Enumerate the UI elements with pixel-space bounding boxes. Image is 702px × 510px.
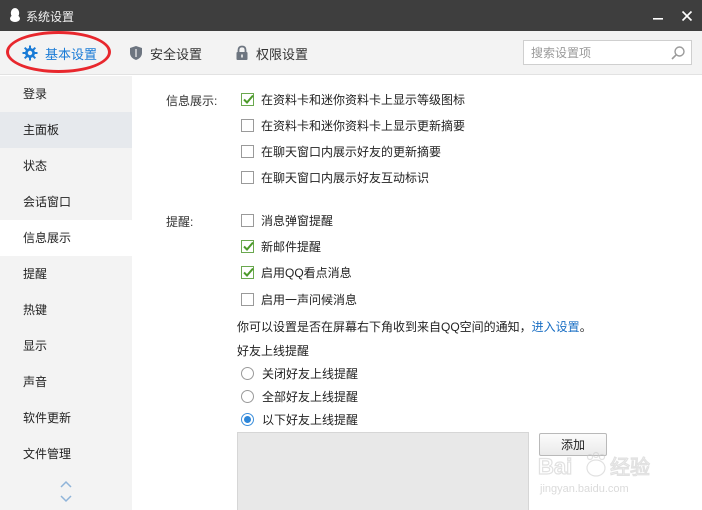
checkbox-show-level-icon[interactable]: 在资料卡和迷你资料卡上显示等级图标: [241, 90, 465, 108]
minimize-icon: [653, 18, 663, 20]
checkbox-label: 在聊天窗口内展示好友的更新摘要: [261, 144, 442, 159]
sidebar-item-label: 声音: [23, 375, 48, 389]
chevron-down-icon[interactable]: [58, 493, 74, 505]
sidebar-item-label: 软件更新: [23, 411, 72, 425]
sidebar-item-label: 登录: [23, 87, 48, 101]
check-icon: [243, 241, 254, 251]
qzone-notice-body: 你可以设置是否在屏幕右下角收到来自QQ空间的通知，: [237, 320, 532, 334]
sidebar-item-file-management[interactable]: 文件管理: [0, 436, 132, 472]
tab-security-settings[interactable]: 安全设置: [129, 31, 202, 75]
settings-tab-bar: 基本设置 安全设置 权限设置: [0, 31, 702, 75]
sidebar-item-label: 状态: [23, 159, 48, 173]
radio-unselected[interactable]: [241, 366, 254, 380]
checkbox-chat-interaction-mark[interactable]: 在聊天窗口内展示好友互动标识: [241, 168, 429, 186]
sidebar-item-login[interactable]: 登录: [0, 76, 132, 112]
minimize-button[interactable]: [648, 6, 668, 26]
sidebar-item-reminder[interactable]: 提醒: [0, 256, 132, 292]
checkbox-label: 消息弹窗提醒: [261, 213, 334, 228]
checkbox-unchecked[interactable]: [241, 213, 254, 227]
radio-selected[interactable]: [241, 412, 254, 426]
sidebar-item-main-panel[interactable]: 主面板: [0, 112, 132, 148]
tab-security-settings-label: 安全设置: [150, 46, 203, 62]
reminder-section-label: 提醒:: [166, 215, 194, 229]
checkbox-new-mail[interactable]: 新邮件提醒: [241, 237, 321, 255]
radio-all-friends-online[interactable]: 全部好友上线提醒: [241, 387, 358, 405]
friend-list-box[interactable]: [237, 432, 529, 510]
friend-online-title: 好友上线提醒: [237, 344, 310, 358]
sidebar-item-label: 文件管理: [23, 447, 72, 461]
close-icon: [681, 10, 693, 22]
sidebar-item-label: 信息展示: [23, 231, 72, 245]
check-icon: [243, 94, 254, 104]
checkbox-checked[interactable]: [241, 92, 254, 106]
penguin-icon: [10, 8, 20, 22]
check-icon: [243, 267, 254, 277]
checkbox-greeting-message[interactable]: 启用一声问候消息: [241, 290, 357, 308]
search-input[interactable]: [524, 41, 664, 64]
tab-basic-settings[interactable]: 基本设置: [22, 31, 97, 75]
checkbox-label: 新邮件提醒: [261, 239, 322, 254]
checkbox-unchecked[interactable]: [241, 118, 254, 132]
checkbox-chat-update-summary[interactable]: 在聊天窗口内展示好友的更新摘要: [241, 142, 441, 160]
checkbox-message-popup[interactable]: 消息弹窗提醒: [241, 211, 333, 229]
sidebar-item-status[interactable]: 状态: [0, 148, 132, 184]
checkbox-unchecked[interactable]: [241, 292, 254, 306]
close-button[interactable]: [677, 6, 697, 26]
checkbox-checked[interactable]: [241, 265, 254, 279]
radio-selected-friends-online[interactable]: 以下好友上线提醒: [241, 410, 358, 428]
sidebar-item-software-update[interactable]: 软件更新: [0, 400, 132, 436]
window-title: 系统设置: [26, 10, 75, 24]
radio-label: 全部好友上线提醒: [262, 389, 359, 404]
settings-sidebar: 登录 主面板 状态 会话窗口 信息展示 提醒 热键 显示 声音 软件更新 文件管…: [0, 76, 132, 510]
baidu-paw-logo: Bai 经验 jingyan.baidu.com: [537, 451, 651, 495]
lock-icon: [236, 45, 248, 60]
sidebar-item-label: 提醒: [23, 267, 48, 281]
checkbox-label: 启用一声问候消息: [261, 292, 358, 307]
sidebar-item-sound[interactable]: 声音: [0, 364, 132, 400]
sidebar-item-info-display[interactable]: 信息展示: [0, 220, 132, 256]
info-display-section-label: 信息展示:: [166, 94, 218, 108]
sidebar-item-label: 热键: [23, 303, 48, 317]
radio-disable-friend-online[interactable]: 关闭好友上线提醒: [241, 364, 358, 382]
chevron-up-icon[interactable]: [58, 478, 74, 490]
sidebar-item-label: 会话窗口: [23, 195, 72, 209]
tab-basic-settings-label: 基本设置: [45, 46, 98, 62]
checkbox-qq-kandian[interactable]: 启用QQ看点消息: [241, 263, 352, 281]
settings-search-box[interactable]: [523, 40, 692, 65]
watermark-brand: Bai: [538, 454, 572, 479]
settings-content-panel: 信息展示: 在资料卡和迷你资料卡上显示等级图标 在资料卡和迷你资料卡上显示更新摘…: [132, 76, 702, 510]
checkbox-checked[interactable]: [241, 239, 254, 253]
search-icon[interactable]: [670, 45, 686, 61]
enter-settings-link[interactable]: 进入设置: [532, 320, 580, 334]
sidebar-item-chat-window[interactable]: 会话窗口: [0, 184, 132, 220]
sidebar-item-label: 主面板: [23, 123, 60, 137]
checkbox-unchecked[interactable]: [241, 170, 254, 184]
sidebar-item-display[interactable]: 显示: [0, 328, 132, 364]
checkbox-show-update-summary[interactable]: 在资料卡和迷你资料卡上显示更新摘要: [241, 116, 465, 134]
radio-unselected[interactable]: [241, 389, 254, 403]
checkbox-label: 在聊天窗口内展示好友互动标识: [261, 170, 430, 185]
checkbox-label: 启用QQ看点消息: [261, 265, 352, 280]
baidu-jingyan-watermark: Bai 经验 jingyan.baidu.com: [537, 448, 668, 498]
sidebar-scroll-control[interactable]: [58, 478, 74, 508]
shield-icon: [130, 46, 142, 60]
qzone-notice-end: 。: [579, 320, 592, 334]
watermark-url: jingyan.baidu.com: [539, 483, 629, 495]
tab-permission-settings-label: 权限设置: [256, 46, 309, 62]
qzone-notice-text: 你可以设置是否在屏幕右下角收到来自QQ空间的通知，进入设置。: [237, 318, 592, 335]
watermark-brand-suffix: 经验: [610, 456, 650, 479]
checkbox-unchecked[interactable]: [241, 144, 254, 158]
checkbox-label: 在资料卡和迷你资料卡上显示等级图标: [261, 92, 466, 107]
sidebar-item-label: 显示: [23, 339, 48, 353]
tab-permission-settings[interactable]: 权限设置: [235, 31, 308, 75]
title-bar: 系统设置: [0, 0, 702, 31]
gear-icon: [22, 45, 38, 61]
radio-label: 以下好友上线提醒: [262, 412, 359, 427]
radio-label: 关闭好友上线提醒: [262, 366, 359, 381]
sidebar-item-hotkeys[interactable]: 热键: [0, 292, 132, 328]
checkbox-label: 在资料卡和迷你资料卡上显示更新摘要: [261, 118, 466, 133]
